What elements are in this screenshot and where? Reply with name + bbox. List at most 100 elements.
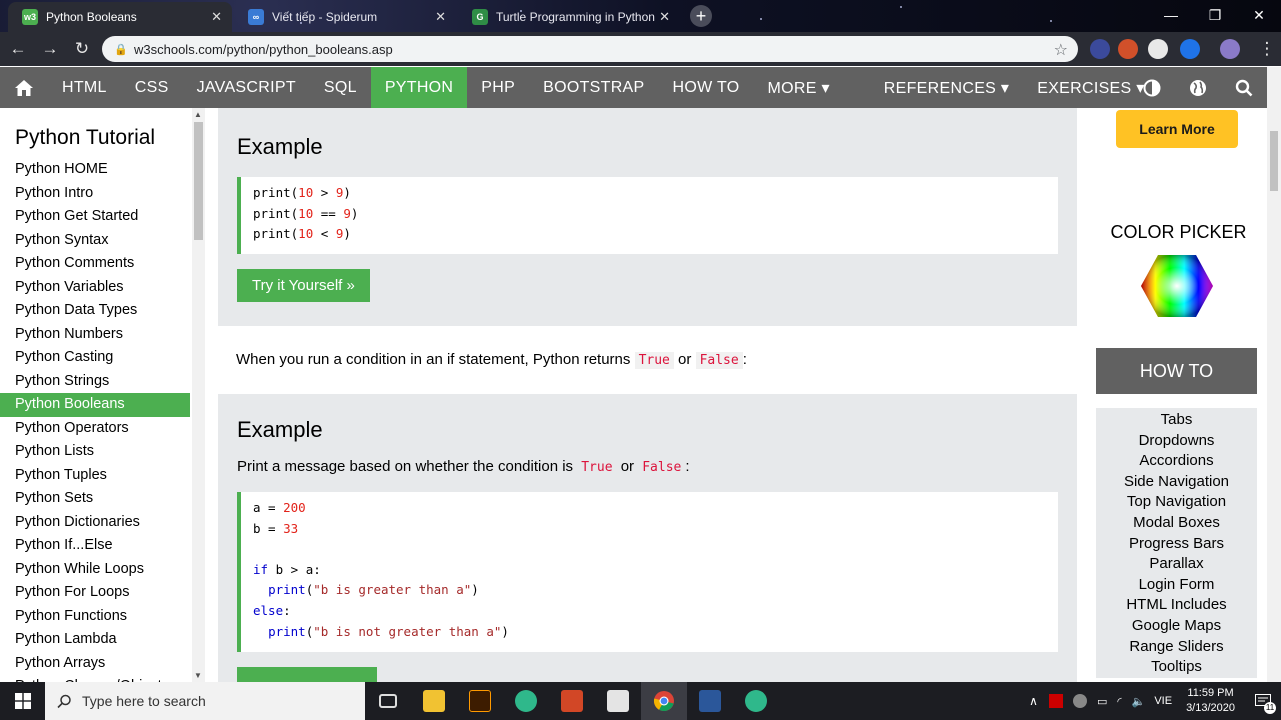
sidebar-item[interactable]: Python Strings bbox=[0, 370, 190, 394]
windows-start-icon[interactable] bbox=[0, 682, 45, 720]
nav-python[interactable]: PYTHON bbox=[370, 67, 468, 108]
chrome-icon[interactable] bbox=[641, 682, 687, 720]
forward-icon[interactable]: → bbox=[36, 35, 64, 63]
sidebar-item[interactable]: Python Syntax bbox=[0, 229, 190, 253]
how-to-link[interactable]: Google Maps bbox=[1096, 616, 1257, 637]
task-view-icon[interactable] bbox=[365, 682, 411, 720]
scroll-thumb[interactable] bbox=[194, 122, 203, 240]
how-to-link[interactable]: Progress Bars bbox=[1096, 534, 1257, 555]
scroll-down-icon[interactable]: ▼ bbox=[194, 671, 202, 680]
how-to-link[interactable]: Top Navigation bbox=[1096, 492, 1257, 513]
powerpoint-icon[interactable] bbox=[549, 682, 595, 720]
sidebar-item[interactable]: Python Dictionaries bbox=[0, 511, 190, 535]
nav-more[interactable]: MORE ▾ bbox=[754, 67, 844, 108]
sidebar-item[interactable]: Python Get Started bbox=[0, 205, 190, 229]
sidebar-item[interactable]: Python Tuples bbox=[0, 464, 190, 488]
sidebar-item[interactable]: Python HOME bbox=[0, 158, 190, 182]
close-icon[interactable]: ✕ bbox=[659, 9, 670, 25]
nav-bootstrap[interactable]: BOOTSTRAP bbox=[529, 67, 658, 108]
restore-icon[interactable]: ❐ bbox=[1193, 0, 1237, 30]
nav-how-to[interactable]: HOW TO bbox=[659, 67, 754, 108]
notification-icon[interactable]: 11 bbox=[1245, 682, 1281, 720]
extension-icon[interactable] bbox=[1090, 39, 1110, 59]
sidebar-item[interactable]: Python Classes/Objects bbox=[0, 675, 190, 682]
how-to-link[interactable]: Tooltips bbox=[1096, 657, 1257, 678]
how-to-link[interactable]: HTML Includes bbox=[1096, 595, 1257, 616]
how-to-link[interactable]: Range Sliders bbox=[1096, 637, 1257, 658]
nav-css[interactable]: CSS bbox=[121, 67, 183, 108]
battery-icon[interactable]: ▭ bbox=[1097, 695, 1107, 708]
sidebar-item[interactable]: Python Numbers bbox=[0, 323, 190, 347]
profile-avatar[interactable] bbox=[1220, 39, 1240, 59]
paint-icon[interactable] bbox=[595, 682, 641, 720]
tray-app-icon[interactable] bbox=[1072, 694, 1087, 708]
search-icon[interactable] bbox=[1221, 67, 1267, 108]
menu-kebab-icon[interactable]: ⋮ bbox=[1253, 35, 1281, 63]
minimize-icon[interactable]: — bbox=[1149, 0, 1193, 30]
how-to-link[interactable]: Parallax bbox=[1096, 554, 1257, 575]
tab-spiderum[interactable]: ∞ Viết tiếp - Spiderum ✕ bbox=[234, 2, 456, 32]
home-icon[interactable] bbox=[0, 67, 48, 108]
sidebar-item[interactable]: Python Operators bbox=[0, 417, 190, 441]
chevron-up-icon[interactable]: ∧ bbox=[1023, 694, 1044, 708]
tray-app-icon[interactable] bbox=[1048, 694, 1063, 708]
sidebar-item[interactable]: Python Comments bbox=[0, 252, 190, 276]
taskbar-search-input[interactable]: Type here to search bbox=[45, 682, 365, 720]
nav-php[interactable]: PHP bbox=[467, 67, 529, 108]
scroll-thumb[interactable] bbox=[1270, 131, 1278, 191]
scroll-up-icon[interactable]: ▲ bbox=[194, 110, 202, 119]
atom-app-icon[interactable] bbox=[733, 682, 779, 720]
how-to-link[interactable]: Side Navigation bbox=[1096, 472, 1257, 493]
close-icon[interactable]: ✕ bbox=[211, 9, 222, 25]
atom-app-icon[interactable] bbox=[503, 682, 549, 720]
sidebar-item[interactable]: Python While Loops bbox=[0, 558, 190, 582]
sidebar-item[interactable]: Python Sets bbox=[0, 487, 190, 511]
how-to-link[interactable]: Tabs bbox=[1096, 410, 1257, 431]
close-icon[interactable]: ✕ bbox=[435, 9, 446, 25]
tab-python-booleans[interactable]: w3 Python Booleans ✕ bbox=[8, 2, 232, 32]
contrast-icon[interactable] bbox=[1129, 67, 1175, 108]
sidebar-item[interactable]: Python Arrays bbox=[0, 652, 190, 676]
nav-references[interactable]: REFERENCES ▾ bbox=[870, 67, 1023, 108]
sidebar-item[interactable]: Python Lists bbox=[0, 440, 190, 464]
clock[interactable]: 11:59 PM 3/13/2020 bbox=[1176, 686, 1245, 716]
new-tab-button[interactable]: + bbox=[690, 5, 712, 27]
sidebar-scrollbar[interactable]: ▲ ▼ bbox=[192, 108, 205, 682]
tab-turtle[interactable]: G Turtle Programming in Python ✕ bbox=[458, 2, 680, 32]
nav-sql[interactable]: SQL bbox=[310, 67, 371, 108]
illustrator-icon[interactable] bbox=[457, 682, 503, 720]
extension-icon[interactable] bbox=[1118, 39, 1138, 59]
star-bookmark-icon[interactable]: ☆ bbox=[1054, 40, 1068, 60]
sidebar-item[interactable]: Python Lambda bbox=[0, 628, 190, 652]
how-to-link[interactable]: Login Form bbox=[1096, 575, 1257, 596]
back-icon[interactable]: ← bbox=[4, 35, 32, 63]
how-to-link[interactable]: Dropdowns bbox=[1096, 431, 1257, 452]
word-icon[interactable] bbox=[687, 682, 733, 720]
sidebar-item[interactable]: Python If...Else bbox=[0, 534, 190, 558]
file-explorer-icon[interactable] bbox=[411, 682, 457, 720]
sidebar-item[interactable]: Python Casting bbox=[0, 346, 190, 370]
volume-icon[interactable]: 🔈 bbox=[1132, 695, 1146, 708]
address-bar[interactable]: 🔒 w3schools.com/python/python_booleans.a… bbox=[102, 36, 1078, 62]
globe-icon[interactable] bbox=[1175, 67, 1221, 108]
input-language[interactable]: VIE bbox=[1154, 695, 1172, 707]
try-it-yourself-button-partial[interactable] bbox=[237, 667, 377, 682]
sidebar-item[interactable]: Python Variables bbox=[0, 276, 190, 300]
sidebar-item[interactable]: Python Intro bbox=[0, 182, 190, 206]
sidebar-item[interactable]: Python For Loops bbox=[0, 581, 190, 605]
how-to-link[interactable]: Accordions bbox=[1096, 451, 1257, 472]
extension-icon[interactable] bbox=[1148, 39, 1168, 59]
page-scrollbar[interactable] bbox=[1267, 67, 1281, 682]
close-window-icon[interactable]: ✕ bbox=[1237, 0, 1281, 30]
sidebar-item[interactable]: Python Data Types bbox=[0, 299, 190, 323]
wifi-icon[interactable]: ◜ bbox=[1117, 695, 1121, 708]
extension-icon[interactable] bbox=[1180, 39, 1200, 59]
try-it-yourself-button[interactable]: Try it Yourself » bbox=[237, 269, 370, 302]
sidebar-item[interactable]: Python Booleans bbox=[0, 393, 190, 417]
nav-javascript[interactable]: JAVASCRIPT bbox=[183, 67, 310, 108]
how-to-link[interactable]: Modal Boxes bbox=[1096, 513, 1257, 534]
reload-icon[interactable]: ↻ bbox=[68, 35, 96, 63]
nav-html[interactable]: HTML bbox=[48, 67, 121, 108]
color-picker-hexagon-icon[interactable] bbox=[1140, 254, 1214, 318]
sidebar-item[interactable]: Python Functions bbox=[0, 605, 190, 629]
